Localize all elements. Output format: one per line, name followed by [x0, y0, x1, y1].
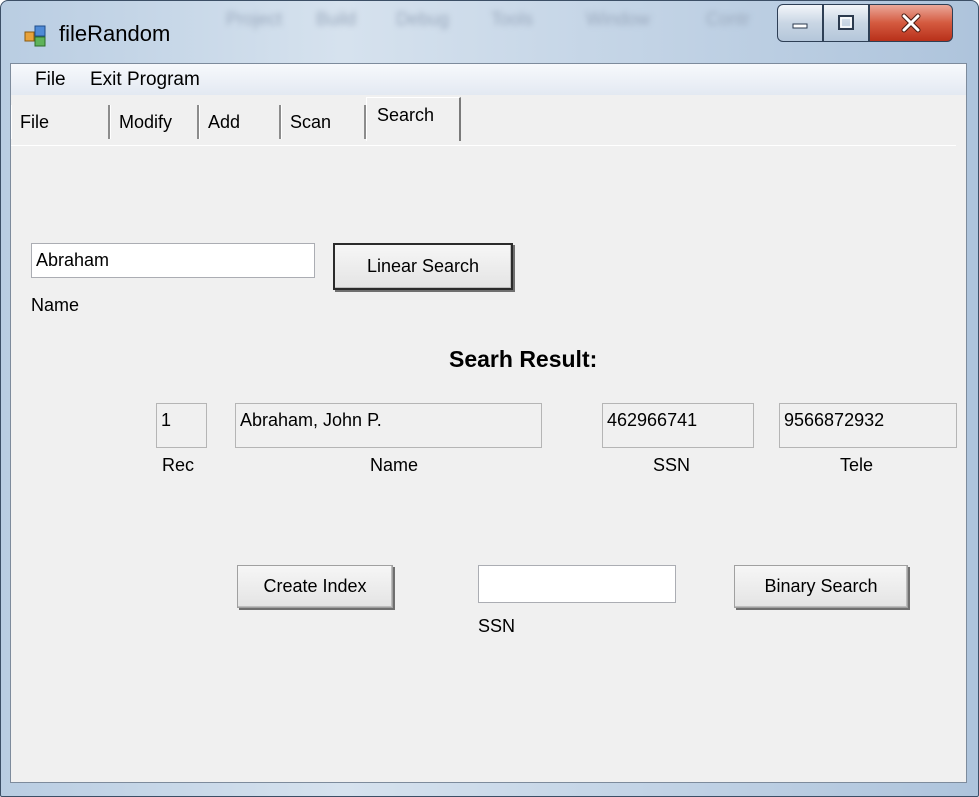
- maximize-button[interactable]: [823, 4, 869, 42]
- tab-label: Scan: [290, 112, 332, 132]
- tab-scan[interactable]: Scan: [281, 105, 366, 139]
- ghost-menu-item: Tools: [491, 9, 534, 29]
- ghost-menu-item: Contr: [706, 9, 751, 29]
- menu-exit-program[interactable]: Exit Program: [90, 69, 200, 91]
- window-title: fileRandom: [59, 21, 171, 46]
- title-bar[interactable]: fileRandom Project Build Debug Tools Win…: [1, 1, 978, 63]
- close-icon: [901, 13, 921, 33]
- app-icon: [24, 25, 46, 47]
- client-area: File Exit Program File Modify Add Scan S…: [10, 63, 967, 783]
- minimize-icon: [792, 23, 808, 29]
- menu-bar: File Exit Program: [11, 64, 966, 95]
- result-name-label: Name: [370, 455, 419, 475]
- tab-label: File: [20, 112, 50, 132]
- tab-label: Add: [208, 112, 241, 132]
- create-index-button[interactable]: Create Index: [237, 565, 393, 608]
- app-window: fileRandom Project Build Debug Tools Win…: [0, 0, 979, 797]
- minimize-button[interactable]: [777, 4, 823, 42]
- tab-file[interactable]: File: [11, 105, 110, 139]
- result-name-field: Abraham, John P.: [235, 403, 542, 448]
- tab-label: Search: [377, 105, 435, 125]
- ghost-menu-item: Window: [586, 9, 651, 29]
- result-tele-field: 9566872932: [779, 403, 957, 448]
- ghost-menu-item: Build: [316, 9, 357, 29]
- name-search-input[interactable]: [31, 243, 315, 278]
- rec-field: 1: [156, 403, 207, 448]
- tab-modify[interactable]: Modify: [110, 105, 199, 139]
- result-ssn-field: 462966741: [602, 403, 754, 448]
- menu-file[interactable]: File: [35, 69, 66, 91]
- rec-label: Rec: [162, 455, 195, 475]
- binary-search-button[interactable]: Binary Search: [734, 565, 908, 608]
- ssn-search-input[interactable]: [478, 565, 676, 603]
- close-button[interactable]: [869, 4, 953, 42]
- tab-search[interactable]: Search: [366, 97, 461, 141]
- search-result-heading: Searh Result:: [449, 346, 598, 372]
- tab-strip: File Modify Add Scan Search: [11, 95, 966, 141]
- linear-search-button[interactable]: Linear Search: [333, 243, 513, 290]
- maximize-icon: [838, 15, 854, 30]
- result-ssn-label: SSN: [653, 455, 691, 475]
- ssn-input-label: SSN: [478, 616, 516, 636]
- tab-label: Modify: [119, 112, 173, 132]
- ghost-menu-item: Debug: [396, 9, 450, 29]
- name-input-label: Name: [31, 295, 80, 315]
- result-tele-label: Tele: [840, 455, 874, 475]
- ghost-menu-item: Project: [226, 9, 283, 29]
- tab-add[interactable]: Add: [199, 105, 281, 139]
- tab-page-border: [11, 145, 956, 146]
